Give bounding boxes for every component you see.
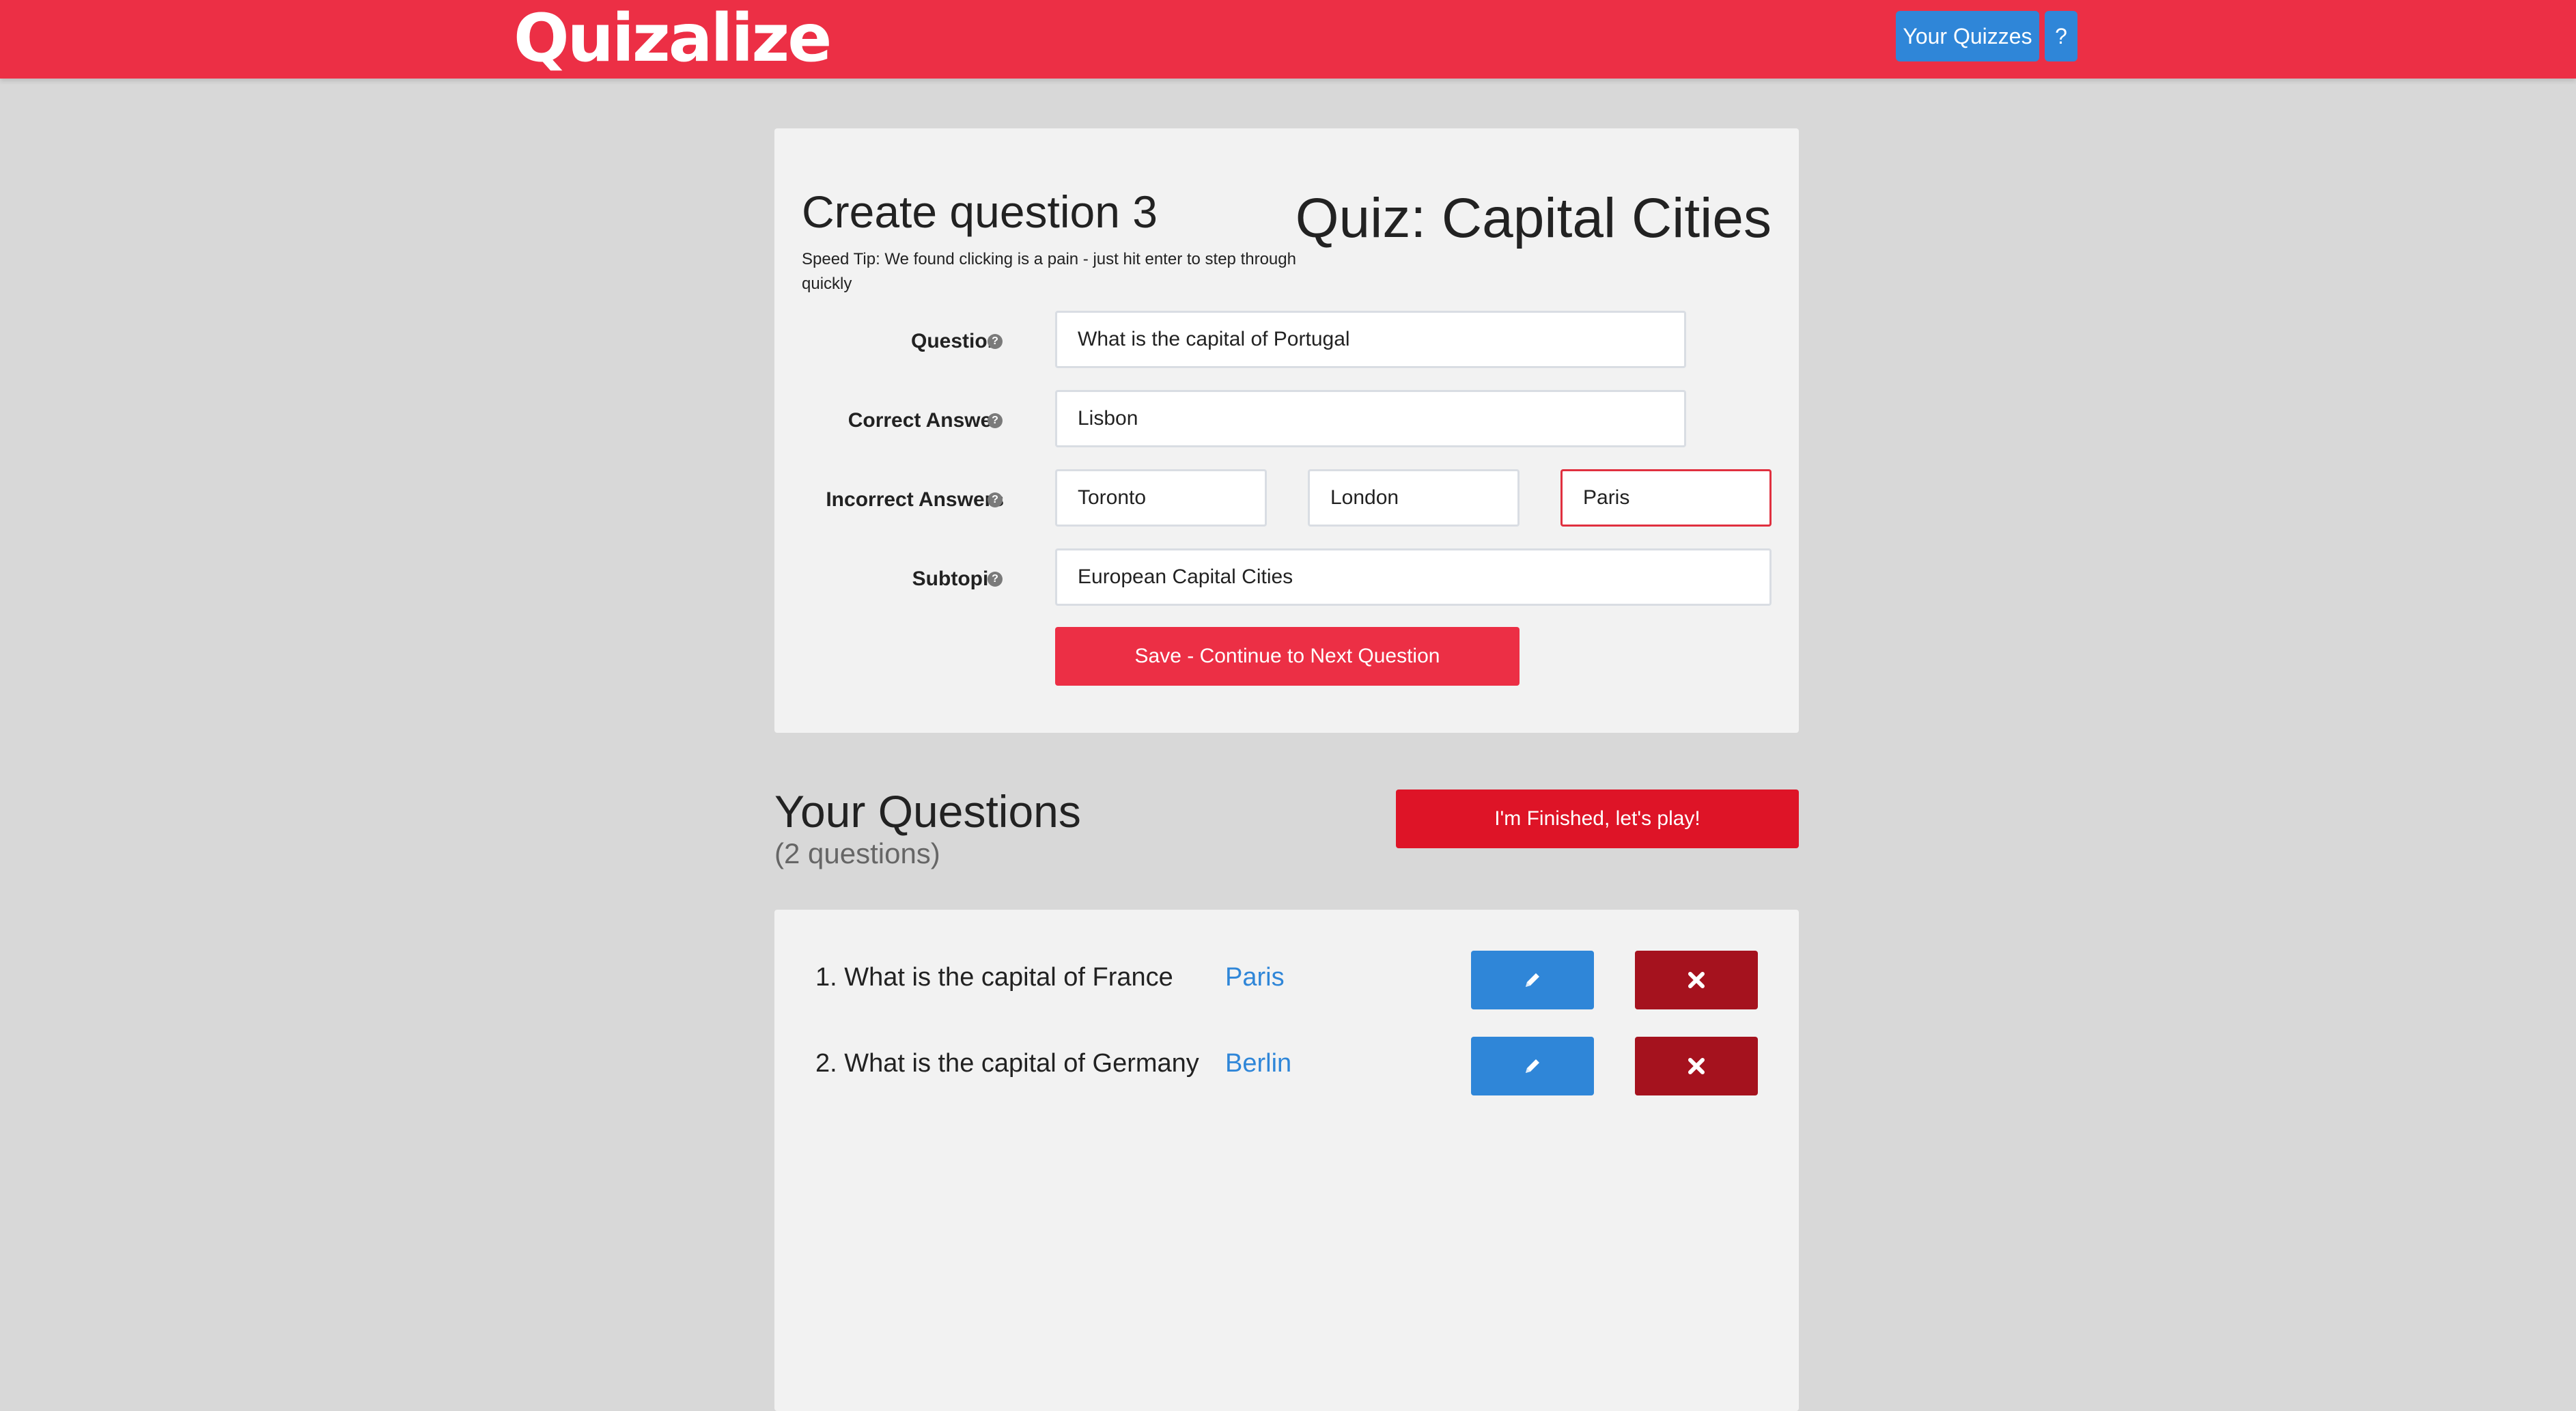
incorrect-answer-2-input[interactable] [1308, 469, 1520, 527]
edit-question-button[interactable] [1471, 951, 1594, 1009]
quiz-title: Quiz: Capital Cities [1295, 187, 1772, 249]
subtopic-input[interactable] [1055, 548, 1772, 606]
question-answer: Berlin [1225, 1049, 1292, 1078]
app-logo[interactable]: Quizalize [514, 4, 832, 72]
question-text: 1. What is the capital of France [815, 963, 1173, 992]
help-button[interactable]: ? [2045, 11, 2077, 61]
incorrect-answer-3-input[interactable] [1560, 469, 1772, 527]
question-answer: Paris [1225, 963, 1285, 992]
question-text: 2. What is the capital of Germany [815, 1049, 1199, 1078]
question-help-icon[interactable]: ? [988, 334, 1003, 349]
finish-play-button[interactable]: I'm Finished, let's play! [1396, 790, 1799, 848]
close-icon [1688, 972, 1705, 988]
delete-question-button[interactable] [1635, 1037, 1758, 1095]
correct-answer-help-icon[interactable]: ? [988, 413, 1003, 428]
speed-tip: Speed Tip: We found clicking is a pain -… [802, 250, 1296, 293]
correct-answer-label: Correct Answer [848, 409, 1000, 432]
create-question-card: Create question 3 Quiz: Capital Cities S… [774, 128, 1799, 733]
pencil-icon [1526, 1059, 1539, 1073]
incorrect-answers-label: Incorrect Answers [826, 488, 1004, 511]
incorrect-answer-1-input[interactable] [1055, 469, 1267, 527]
question-label: Question [910, 330, 1000, 352]
delete-question-button[interactable] [1635, 951, 1758, 1009]
subtopic-label: Subtopic [912, 568, 1000, 590]
top-navbar: Quizalize Your Quizzes ? [0, 0, 2576, 79]
your-questions-title: Your Questions [774, 786, 1081, 837]
close-icon [1688, 1058, 1705, 1074]
incorrect-answers-help-icon[interactable]: ? [988, 492, 1003, 507]
question-row: 1. What is the capital of France Paris [774, 951, 1799, 1033]
save-continue-button[interactable]: Save - Continue to Next Question [1055, 627, 1520, 686]
create-question-title: Create question 3 [802, 186, 1158, 237]
your-quizzes-button[interactable]: Your Quizzes [1896, 11, 2039, 61]
questions-list-card: 1. What is the capital of France Paris 2… [774, 910, 1799, 1411]
pencil-icon [1526, 973, 1539, 987]
question-input[interactable] [1055, 311, 1686, 368]
correct-answer-input[interactable] [1055, 390, 1686, 447]
questions-count: (2 questions) [774, 837, 940, 869]
question-row: 2. What is the capital of Germany Berlin [774, 1037, 1799, 1119]
subtopic-help-icon[interactable]: ? [988, 572, 1003, 587]
edit-question-button[interactable] [1471, 1037, 1594, 1095]
